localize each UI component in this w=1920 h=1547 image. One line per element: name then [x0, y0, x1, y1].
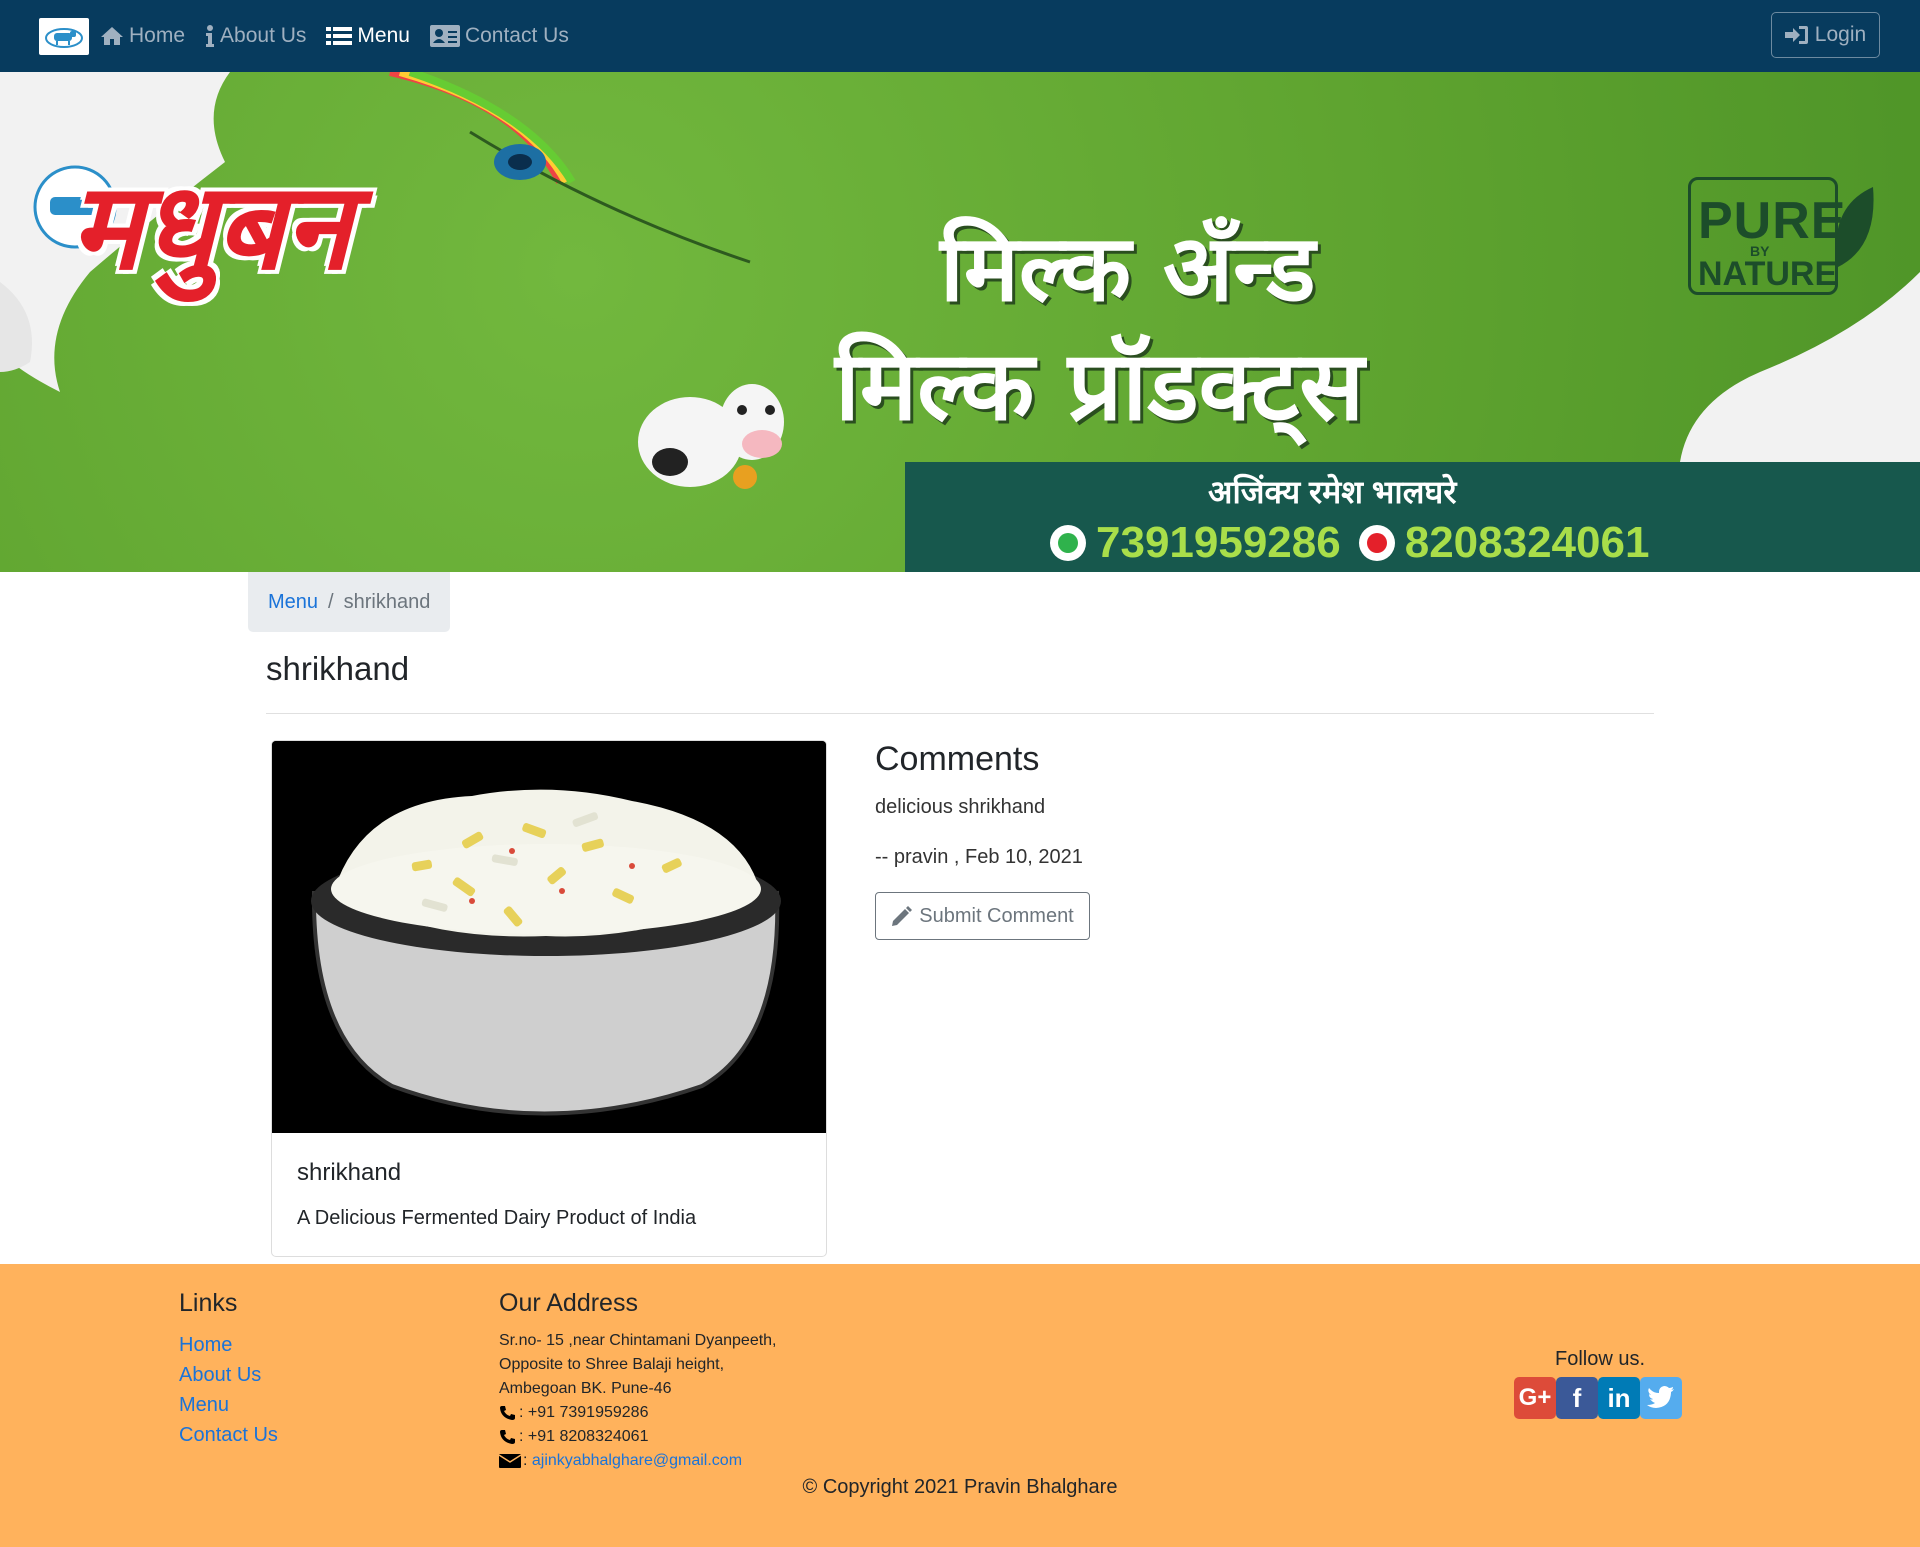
- list-icon: [326, 26, 353, 46]
- footer-email-link[interactable]: ajinkyabhalghare@gmail.com: [532, 1449, 742, 1473]
- comment-text: delicious shrikhand: [875, 796, 1046, 818]
- cow-logo-icon: [45, 27, 83, 48]
- envelope-icon: [499, 1453, 521, 1469]
- footer-link-contact[interactable]: Contact Us: [179, 1420, 278, 1450]
- phone-row-1: : +91 7391959286: [499, 1401, 777, 1425]
- banner-owner-name: अजिंक्य रमेश भालघरे: [1208, 474, 1457, 510]
- pencil-icon: [891, 905, 913, 927]
- nav-about-label: About Us: [220, 24, 307, 47]
- nav-menu-label: Menu: [357, 24, 410, 47]
- breadcrumb-separator: /: [328, 590, 334, 613]
- comments-heading: Comments: [875, 740, 1040, 778]
- badge-pure: PURE: [1698, 192, 1847, 250]
- home-icon: [100, 26, 124, 46]
- breadcrumb-menu-link[interactable]: Menu: [268, 591, 318, 614]
- dish-image: [272, 741, 826, 1133]
- dish-description: A Delicious Fermented Dairy Product of I…: [297, 1207, 697, 1229]
- facebook-icon[interactable]: f: [1556, 1377, 1598, 1419]
- login-button[interactable]: Login: [1771, 12, 1880, 58]
- breadcrumb-current: shrikhand: [343, 590, 431, 613]
- dish-card: shrikhand A Delicious Fermented Dairy Pr…: [271, 740, 827, 1257]
- banner-brand-title: मधुबन: [70, 160, 351, 294]
- breadcrumb: Menu / shrikhand: [248, 572, 450, 632]
- footer-address-heading: Our Address: [499, 1289, 638, 1317]
- phone-icon: [499, 1429, 517, 1445]
- page-title: shrikhand: [266, 650, 410, 687]
- footer-link-about[interactable]: About Us: [179, 1360, 278, 1390]
- whatsapp-icon: [1050, 525, 1086, 561]
- banner-phones: 7391959286 8208324061: [1032, 518, 1649, 568]
- leaf-icon: [1836, 187, 1874, 267]
- footer-links-heading: Links: [179, 1289, 238, 1317]
- google-plus-icon[interactable]: G+: [1514, 1377, 1556, 1419]
- social-links: G+ f in: [1514, 1377, 1682, 1419]
- title-divider: [266, 713, 1654, 714]
- footer-phone-2: : +91 8208324061: [519, 1428, 649, 1445]
- email-row: : ajinkyabhalghare@gmail.com: [499, 1449, 777, 1473]
- hero-banner: मधुबन मिल्क अँन्ड मिल्क प्रॉडक्ट्स अजिंक…: [0, 72, 1920, 572]
- login-label: Login: [1814, 23, 1867, 46]
- badge-nature: NATURE: [1698, 255, 1838, 293]
- banner-phone-2: 8208324061: [1404, 518, 1650, 567]
- footer: Links Home About Us Menu Contact Us Our …: [0, 1264, 1920, 1547]
- dish-card-title: shrikhand: [297, 1159, 402, 1186]
- copyright: © Copyright 2021 Pravin Bhalghare: [802, 1476, 1118, 1498]
- navbar: Home About Us Menu Contact Us Login: [0, 0, 1920, 72]
- email-prefix: :: [523, 1452, 532, 1469]
- banner-line-1: मिल्क अँन्ड: [940, 215, 1316, 322]
- info-icon: [205, 25, 215, 47]
- footer-link-home[interactable]: Home: [179, 1330, 278, 1360]
- sign-in-icon: [1784, 25, 1809, 45]
- address-line-3: Ambegoan BK. Pune-46: [499, 1380, 672, 1397]
- nav-home-label: Home: [129, 24, 186, 47]
- nav-menu: Home About Us Menu Contact Us: [100, 0, 589, 72]
- footer-phone-1: : +91 7391959286: [519, 1404, 649, 1421]
- phone-icon: [499, 1405, 517, 1421]
- comment-meta: -- pravin , Feb 10, 2021: [875, 846, 1083, 868]
- banner-line-2: मिल्क प्रॉडक्ट्स: [835, 330, 1365, 442]
- nav-contact[interactable]: Contact Us: [429, 24, 569, 48]
- footer-address: Sr.no- 15 ,near Chintamani Dyanpeeth, Op…: [499, 1329, 777, 1473]
- footer-link-menu[interactable]: Menu: [179, 1390, 278, 1420]
- submit-comment-label: Submit Comment: [919, 904, 1074, 927]
- linkedin-icon[interactable]: in: [1598, 1377, 1640, 1419]
- nav-home[interactable]: Home: [100, 24, 185, 48]
- twitter-icon[interactable]: [1640, 1377, 1682, 1419]
- pure-by-nature-badge: PURE BY NATURE: [1688, 177, 1878, 297]
- submit-comment-button[interactable]: Submit Comment: [875, 892, 1090, 940]
- nav-about[interactable]: About Us: [205, 24, 306, 48]
- banner-phone-1: 7391959286: [1096, 518, 1341, 567]
- phone-icon: [1358, 525, 1395, 561]
- phone-row-2: : +91 8208324061: [499, 1425, 777, 1449]
- address-line-2: Opposite to Shree Balaji height,: [499, 1356, 725, 1373]
- nav-contact-label: Contact Us: [464, 24, 569, 47]
- nav-menu-link[interactable]: Menu: [326, 24, 410, 48]
- address-line-1: Sr.no- 15 ,near Chintamani Dyanpeeth,: [499, 1332, 777, 1349]
- brand-logo[interactable]: [39, 18, 89, 55]
- address-card-icon: [429, 25, 460, 47]
- follow-us-label: Follow us.: [1555, 1348, 1646, 1370]
- footer-links: Home About Us Menu Contact Us: [179, 1330, 278, 1450]
